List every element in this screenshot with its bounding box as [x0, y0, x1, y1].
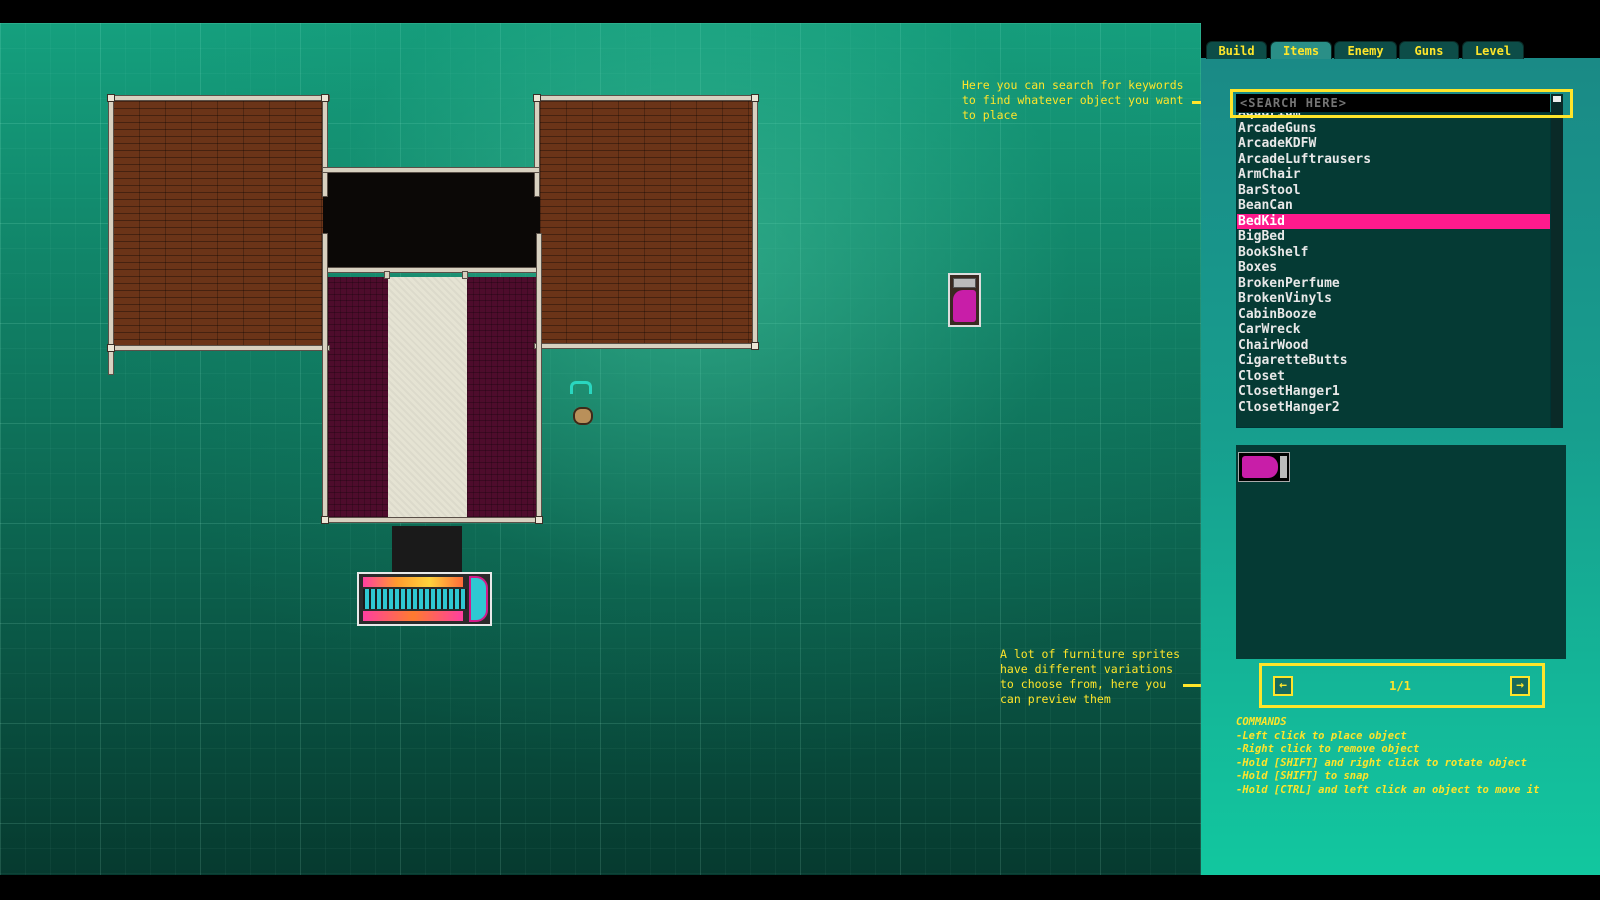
list-item[interactable]: ChairWood — [1237, 338, 1550, 354]
list-item[interactable]: BeanCan — [1237, 198, 1550, 214]
tab-guns[interactable]: Guns — [1399, 41, 1459, 59]
wall[interactable] — [108, 345, 330, 351]
search-highlight-frame — [1230, 89, 1573, 118]
van-stripe — [363, 577, 463, 587]
wall[interactable] — [462, 271, 468, 279]
level-canvas[interactable] — [0, 23, 1201, 875]
wall[interactable] — [322, 95, 328, 197]
wall[interactable] — [384, 271, 390, 279]
wall-post — [107, 344, 115, 352]
list-item[interactable]: ClosetHanger2 — [1237, 400, 1550, 416]
wall[interactable] — [752, 95, 758, 349]
tab-enemy[interactable]: Enemy — [1334, 41, 1397, 59]
wall[interactable] — [534, 343, 758, 349]
van-stripe — [363, 611, 463, 621]
list-item[interactable]: CarWreck — [1237, 322, 1550, 338]
wall-post — [321, 516, 329, 524]
page-counter: 1/1 — [1389, 679, 1411, 693]
command-line: -Hold [SHIFT] to snap — [1236, 770, 1369, 782]
list-item[interactable]: BigBed — [1237, 229, 1550, 245]
enemy-sprite[interactable] — [570, 381, 592, 394]
thumbnail-pillow — [1280, 456, 1287, 478]
list-item[interactable]: ClosetHanger1 — [1237, 384, 1550, 400]
list-item[interactable]: CigaretteButts — [1237, 353, 1550, 369]
van-body — [363, 589, 467, 609]
annotation-line: can preview them — [1000, 692, 1111, 706]
annotation-line: to choose from, here you — [1000, 677, 1167, 691]
command-line: -Hold [CTRL] and left click an object to… — [1236, 783, 1540, 796]
arrow-left-icon[interactable]: ← — [1273, 676, 1293, 696]
annotation-line: A lot of furniture sprites — [1000, 647, 1181, 661]
wall[interactable] — [322, 167, 540, 173]
items-list-scrollbar[interactable] — [1551, 94, 1563, 428]
annotation-line: have different variations — [1000, 662, 1174, 676]
list-item[interactable]: CabinBooze — [1237, 307, 1550, 323]
letterbox-top — [0, 0, 1600, 23]
letterbox-bottom — [0, 875, 1600, 900]
placed-object-van[interactable] — [357, 572, 492, 626]
wall-post — [751, 94, 759, 102]
list-item[interactable]: Closet — [1237, 369, 1550, 385]
wall[interactable] — [536, 233, 542, 523]
floor-carpet-left — [328, 277, 388, 523]
floor-wood-right — [540, 99, 753, 347]
floor-dark-hall — [323, 173, 540, 273]
wall-post — [321, 94, 329, 102]
variation-thumbnail[interactable] — [1238, 452, 1290, 482]
wall[interactable] — [322, 233, 328, 523]
annotation-variations-help: A lot of furniture sprites have differen… — [1000, 647, 1180, 707]
items-list[interactable]: Aquarium ArcadeGuns ArcadeKDFW ArcadeLuftra… — [1236, 112, 1551, 428]
command-line: -Left click to place object — [1236, 729, 1407, 742]
annotation-search-help: Here you can search for keywords to find… — [962, 78, 1184, 123]
floor-runner — [388, 277, 467, 523]
wall[interactable] — [108, 95, 330, 101]
list-item[interactable]: ArcadeGuns — [1237, 121, 1550, 137]
list-item[interactable]: Boxes — [1237, 260, 1550, 276]
list-item[interactable]: BrokenPerfume — [1237, 276, 1550, 292]
list-item[interactable]: ArmChair — [1237, 167, 1550, 183]
wall[interactable] — [108, 95, 114, 375]
list-item[interactable]: BarStool — [1237, 183, 1550, 199]
thumbnail-sheet — [1242, 456, 1278, 478]
bed-sheet — [953, 290, 976, 322]
floor-carpet-right — [467, 277, 536, 523]
annotation-line: Here you can search for keywords — [962, 78, 1184, 92]
list-item[interactable]: ArcadeKDFW — [1237, 136, 1550, 152]
list-item[interactable]: BedKid — [1237, 213, 1550, 229]
wall[interactable] — [322, 517, 542, 523]
list-item[interactable]: BrokenVinyls — [1237, 291, 1550, 307]
tab-items[interactable]: Items — [1270, 41, 1332, 59]
commands-help: COMMANDS -Left click to place object -Ri… — [1236, 716, 1539, 797]
wall[interactable] — [322, 267, 540, 273]
list-item[interactable]: ArcadeLuftrausers — [1237, 152, 1550, 168]
wall-post — [751, 342, 759, 350]
placed-object-bed[interactable] — [948, 273, 981, 327]
tab-build[interactable]: Build — [1206, 41, 1267, 59]
wall-post — [533, 94, 541, 102]
player-sprite[interactable] — [573, 407, 593, 425]
commands-title: COMMANDS — [1236, 716, 1287, 728]
annotation-line: to find whatever object you want — [962, 93, 1184, 107]
bed-pillow — [953, 278, 976, 288]
annotation-line: to place — [962, 108, 1018, 122]
wall-post — [107, 94, 115, 102]
wall-post — [535, 516, 543, 524]
tab-level[interactable]: Level — [1462, 41, 1524, 59]
command-line: -Hold [SHIFT] and right click to rotate … — [1236, 756, 1527, 769]
floor-wood-left — [113, 99, 323, 347]
variation-preview-box[interactable] — [1236, 445, 1566, 659]
list-item[interactable]: BookShelf — [1237, 245, 1550, 261]
floor-entry — [392, 526, 462, 574]
wall[interactable] — [534, 95, 540, 197]
van-cab — [469, 576, 488, 622]
arrow-right-icon[interactable]: → — [1510, 676, 1530, 696]
command-line: -Right click to remove object — [1236, 743, 1420, 755]
wall[interactable] — [534, 95, 758, 101]
